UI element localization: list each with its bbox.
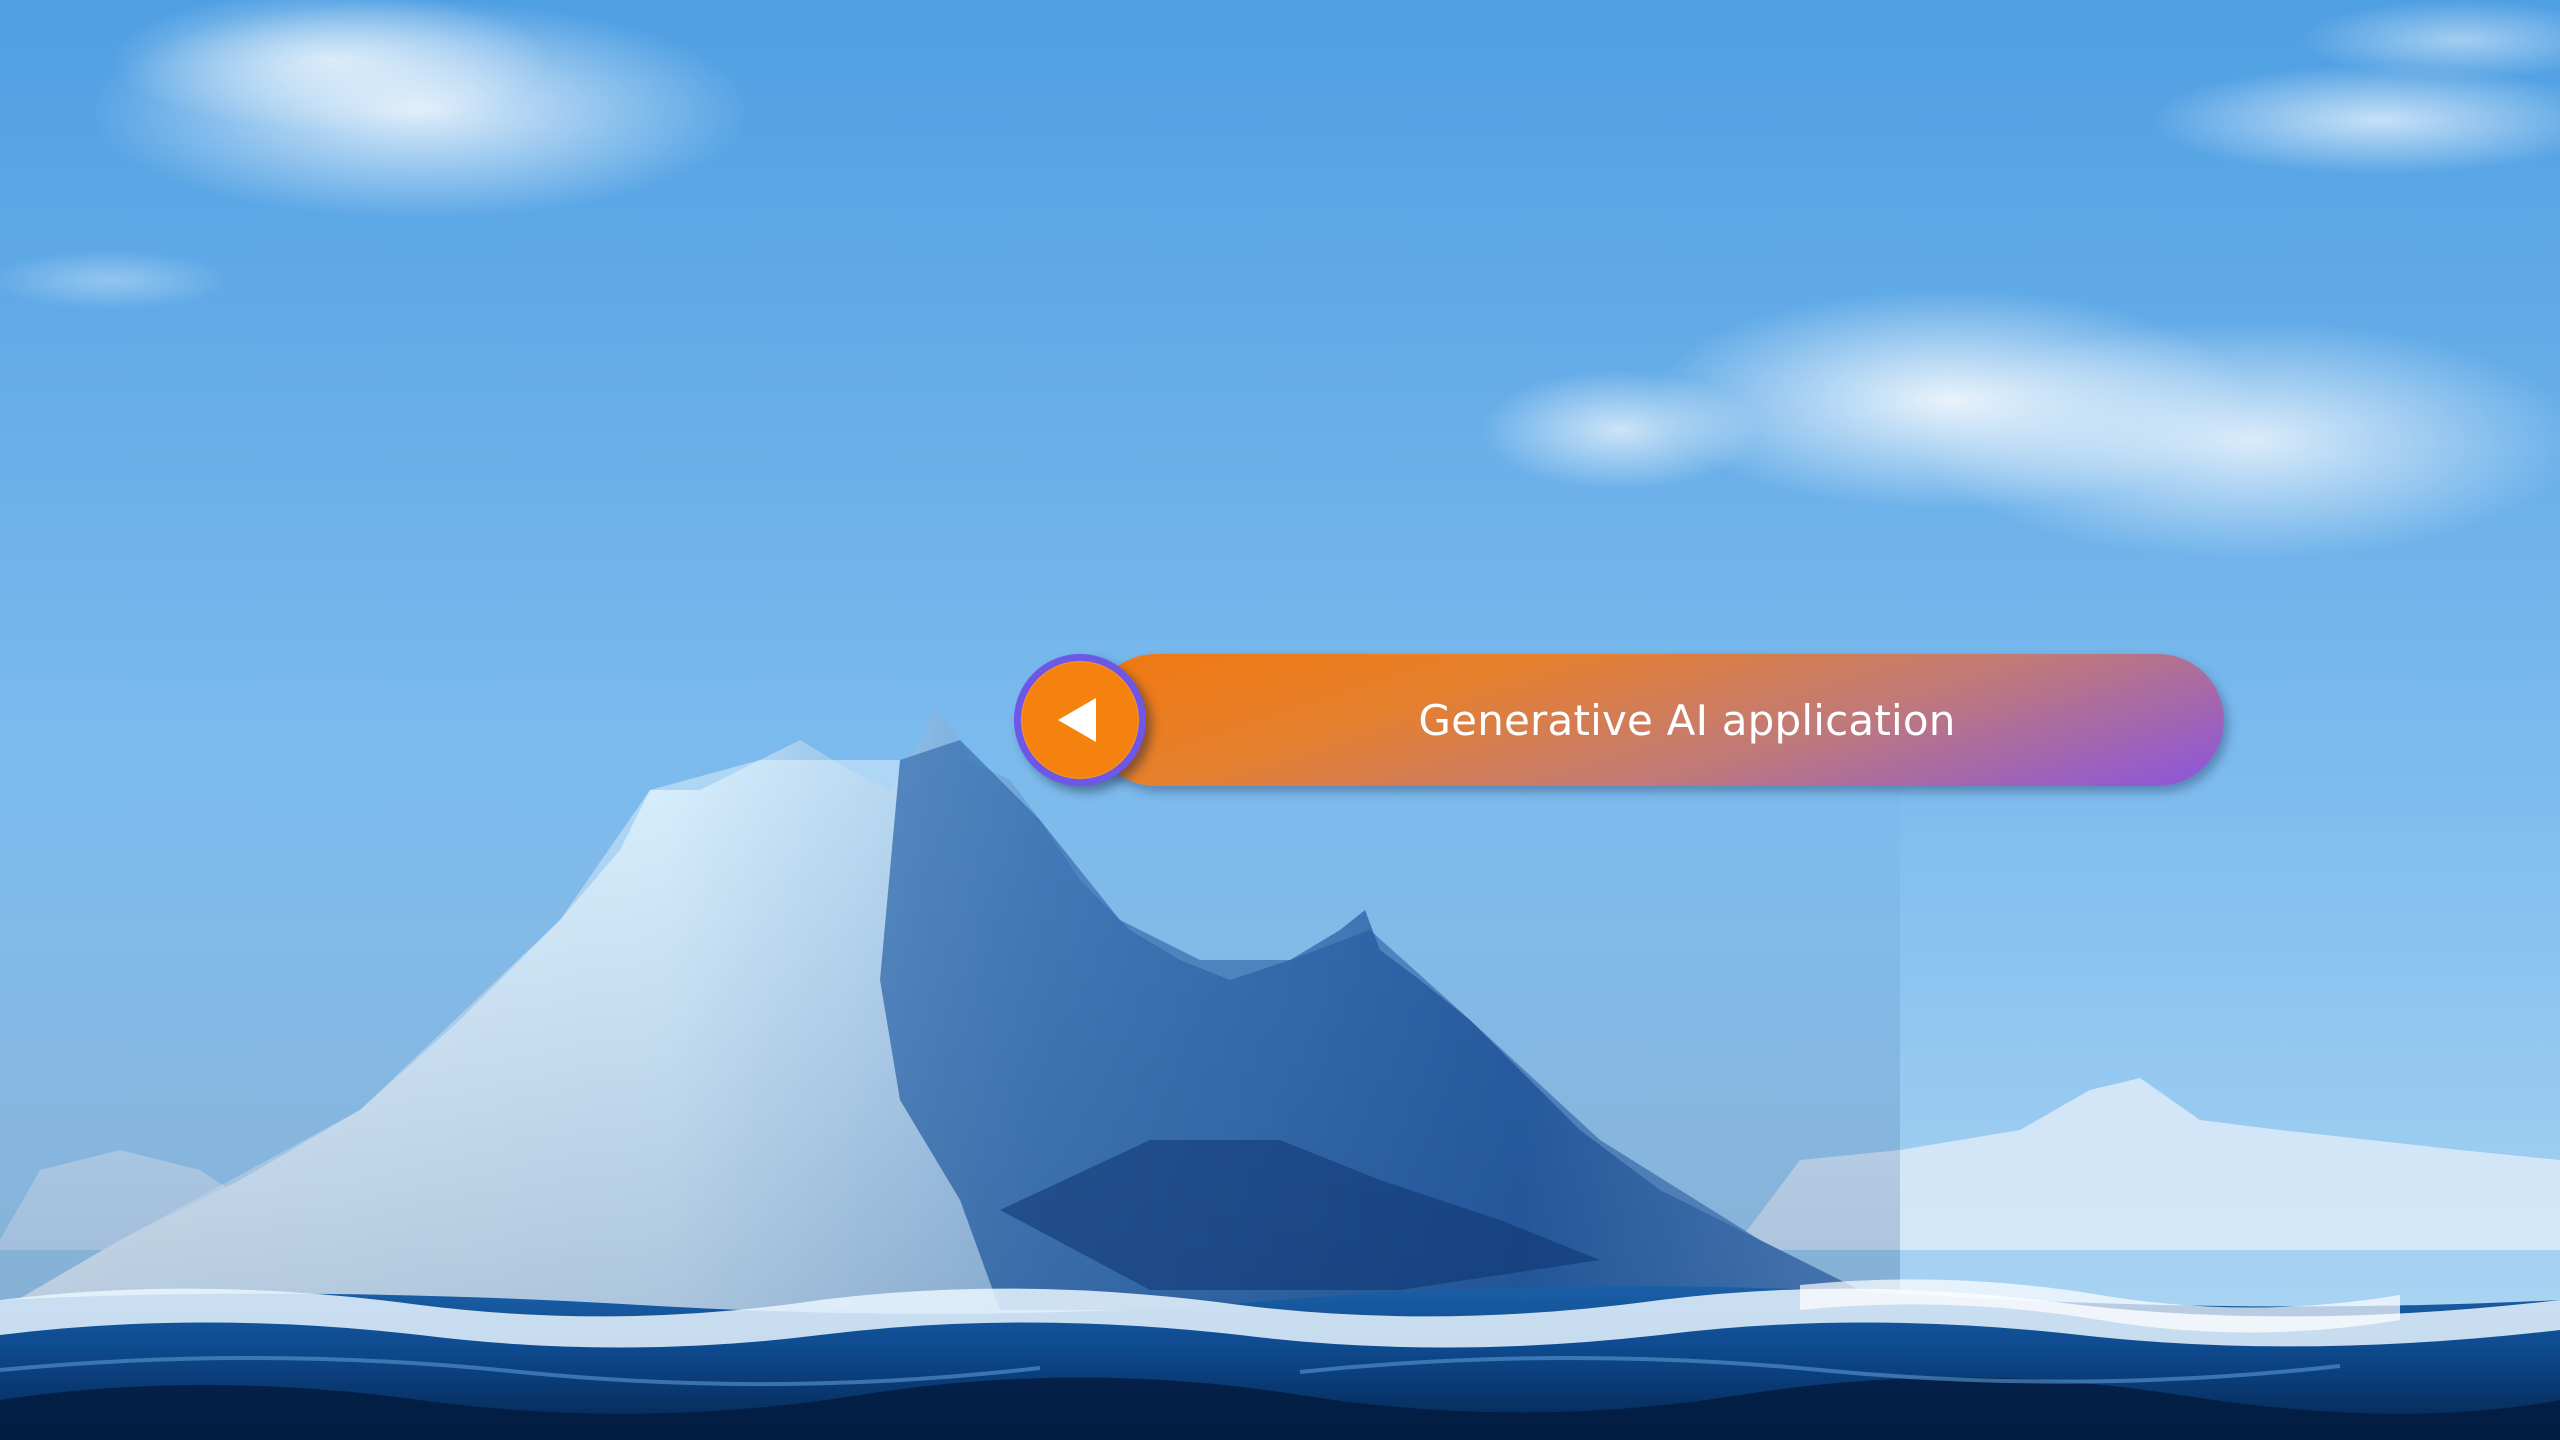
- back-button[interactable]: [1014, 654, 1146, 786]
- title-banner: Generative AI application: [1090, 654, 2224, 786]
- banner-label: Generative AI application: [1418, 695, 1956, 745]
- play-left-icon: [1058, 698, 1096, 742]
